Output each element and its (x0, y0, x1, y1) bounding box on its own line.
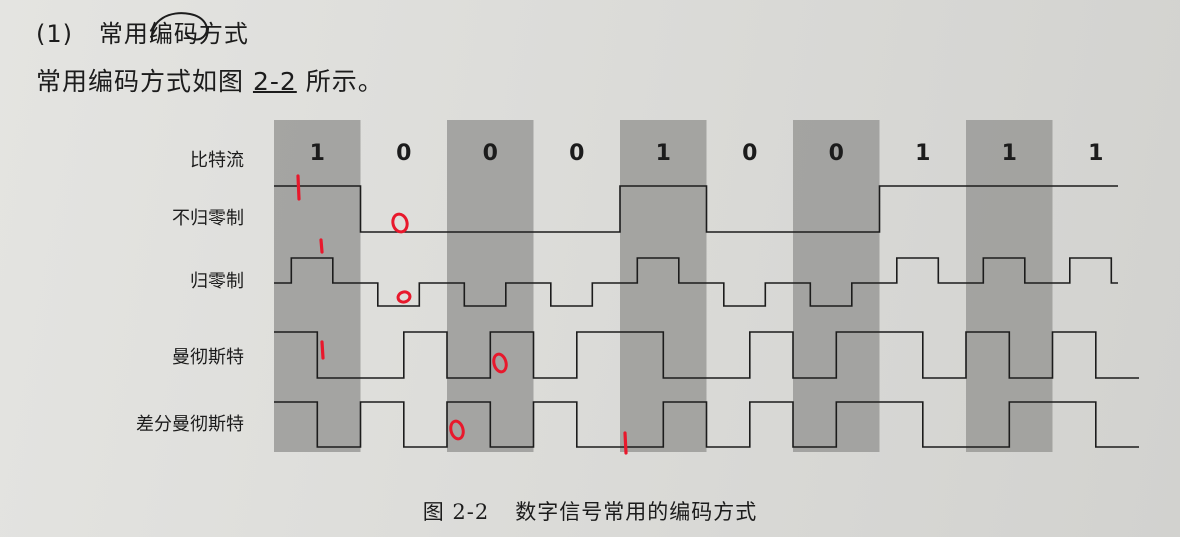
bit-label-8: 1 (1002, 141, 1017, 166)
bit-label-5: 0 (742, 141, 757, 166)
textbook-page: (1) 常用编码方式 常用编码方式如图 2-2 所示。 比特流 不归零制 归零制… (0, 0, 1180, 537)
red-mark-zero-nrz (391, 212, 409, 234)
red-mark-zero-rz (396, 290, 412, 304)
figure-caption: 图 2-2 数字信号常用的编码方式 (0, 496, 1180, 526)
pen-circle-mark (150, 12, 208, 41)
diff-manchester-waveform (274, 401, 1139, 448)
bit-label-0: 1 (310, 141, 325, 166)
bit-label-1: 0 (396, 141, 411, 166)
red-mark-one-diff (623, 431, 628, 455)
caption-number: 图 2-2 (422, 500, 490, 524)
handwritten-marks (150, 12, 628, 455)
caption-title: 数字信号常用的编码方式 (515, 500, 758, 524)
bit-label-9: 1 (1088, 141, 1103, 166)
bit-label-7: 1 (915, 141, 930, 166)
red-mark-one-rz (319, 238, 324, 254)
encoding-diagram: 1 0 0 0 1 0 0 1 1 1 (150, 12, 1139, 455)
red-mark-one-manchester (320, 340, 325, 360)
bit-label-2: 0 (483, 141, 498, 166)
bit-label-6: 0 (829, 141, 844, 166)
bit-label-3: 0 (569, 141, 584, 166)
bit-label-4: 1 (656, 141, 671, 166)
red-mark-one-nrz (296, 174, 301, 201)
